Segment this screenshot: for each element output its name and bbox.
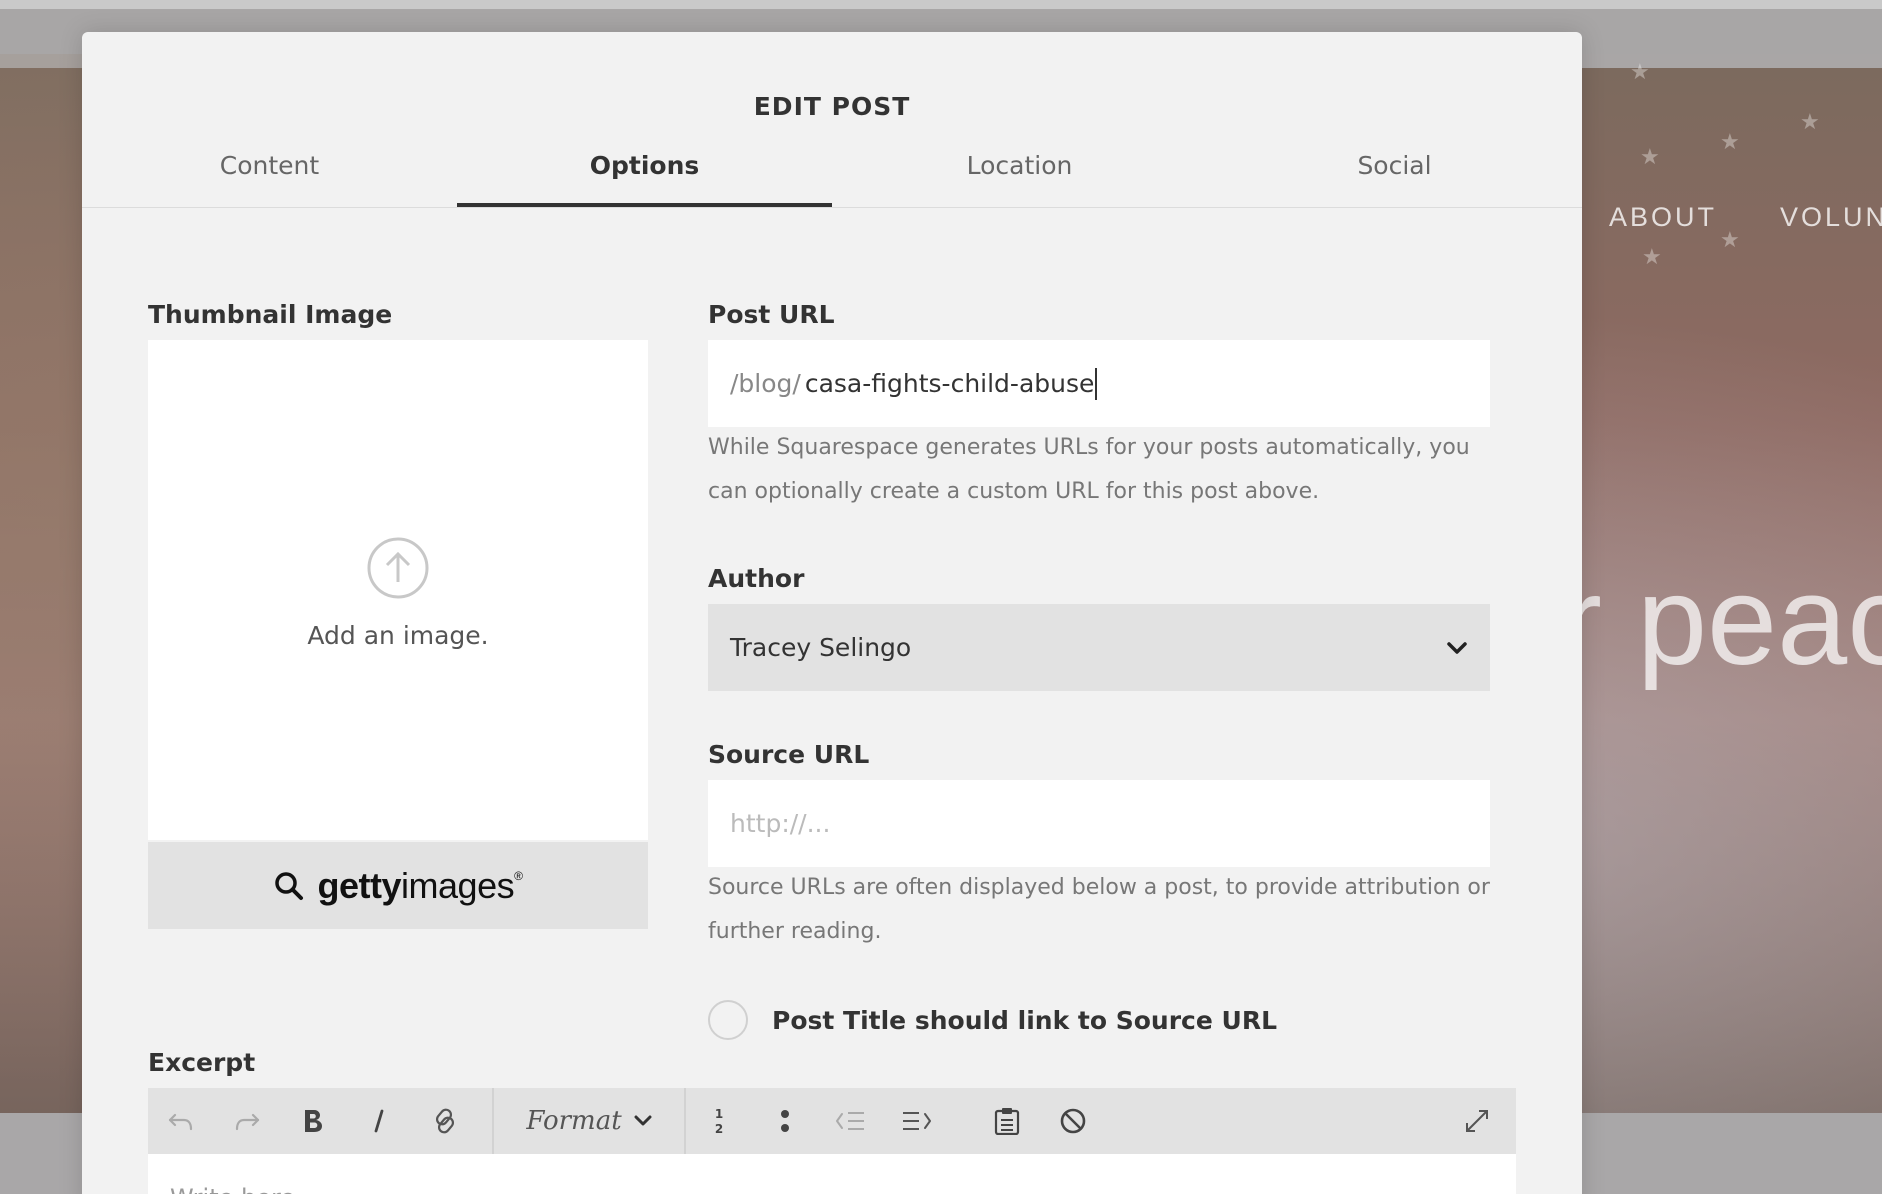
- background-nav-volunteer: VOLUN: [1780, 202, 1882, 232]
- background-hero-text: r peac: [1560, 550, 1882, 691]
- source-url-input[interactable]: http://...: [708, 780, 1490, 867]
- search-icon: [274, 871, 303, 900]
- title-link-label: Post Title should link to Source URL: [772, 1005, 1278, 1035]
- excerpt-editor[interactable]: Write here...: [148, 1154, 1516, 1194]
- source-url-placeholder: http://...: [730, 809, 831, 838]
- clear-format-button[interactable]: [1040, 1088, 1106, 1154]
- link-icon: [435, 1108, 455, 1134]
- post-url-input[interactable]: /blog/ casa-fights-child-abuse: [708, 340, 1490, 427]
- undo-button[interactable]: [148, 1088, 214, 1154]
- tab-location[interactable]: Location: [832, 140, 1207, 207]
- star-decoration-icon: ★: [1630, 60, 1650, 85]
- title-link-radio[interactable]: [708, 1000, 748, 1040]
- getty-images-logo: gettyimages®: [317, 864, 523, 906]
- star-decoration-icon: ★: [1640, 145, 1660, 170]
- clipboard-icon: [994, 1108, 1020, 1135]
- paste-button[interactable]: [974, 1088, 1040, 1154]
- bullet-list-button[interactable]: [752, 1088, 818, 1154]
- getty-images-button[interactable]: gettyimages®: [148, 842, 648, 929]
- thumbnail-label: Thumbnail Image: [148, 300, 393, 329]
- source-url-help: Source URLs are often displayed below a …: [708, 875, 1490, 944]
- editor-toolbar: Format 1 2: [148, 1088, 1516, 1154]
- svg-text:1: 1: [715, 1107, 723, 1121]
- chevron-down-icon: [634, 1115, 652, 1126]
- expand-button[interactable]: [1444, 1088, 1510, 1154]
- indent-button[interactable]: [884, 1088, 950, 1154]
- tab-options[interactable]: Options: [457, 140, 832, 207]
- outdent-button[interactable]: [818, 1088, 884, 1154]
- format-dropdown[interactable]: Format: [494, 1088, 684, 1154]
- svg-text:2: 2: [715, 1122, 723, 1136]
- ordered-list-button[interactable]: 1 2: [686, 1088, 752, 1154]
- post-url-prefix: /blog/: [730, 369, 801, 398]
- title-link-option[interactable]: Post Title should link to Source URL: [708, 1000, 1277, 1040]
- post-url-help: While Squarespace generates URLs for you…: [708, 435, 1470, 504]
- thumbnail-dropzone[interactable]: Add an image.: [148, 340, 648, 840]
- link-button[interactable]: [412, 1088, 478, 1154]
- tab-content[interactable]: Content: [82, 140, 457, 207]
- ordered-list-icon: 1 2: [715, 1107, 723, 1136]
- italic-button[interactable]: [346, 1088, 412, 1154]
- excerpt-label: Excerpt: [148, 1048, 256, 1077]
- source-url-label: Source URL: [708, 740, 870, 769]
- post-url-value: casa-fights-child-abuse: [804, 369, 1095, 398]
- modal-title: EDIT POST: [753, 92, 911, 121]
- redo-icon: [235, 1113, 260, 1131]
- clear-format-icon: [1060, 1108, 1086, 1134]
- undo-icon: [168, 1113, 193, 1131]
- tab-bar: Content Options Location Social: [82, 140, 1582, 208]
- author-label: Author: [708, 564, 805, 593]
- bullet-list-icon: [781, 1110, 789, 1132]
- italic-icon: [374, 1109, 384, 1133]
- format-label: Format: [526, 1106, 622, 1136]
- bold-button[interactable]: [280, 1088, 346, 1154]
- tab-social[interactable]: Social: [1207, 140, 1582, 207]
- author-selected-value: Tracey Selingo: [730, 633, 912, 662]
- star-decoration-icon: ★: [1720, 228, 1740, 253]
- star-decoration-icon: ★: [1720, 130, 1740, 155]
- add-image-text: Add an image.: [307, 621, 489, 650]
- redo-button[interactable]: [214, 1088, 280, 1154]
- author-select[interactable]: Tracey Selingo: [708, 604, 1490, 691]
- excerpt-placeholder: Write here...: [170, 1184, 318, 1194]
- browser-top-bar: [0, 0, 1882, 9]
- indent-icon: [903, 1112, 931, 1130]
- star-decoration-icon: ★: [1642, 245, 1662, 270]
- chevron-down-icon: [1447, 641, 1467, 654]
- star-decoration-icon: ★: [1800, 110, 1820, 135]
- background-nav-about: ABOUT: [1609, 202, 1718, 232]
- post-url-label: Post URL: [708, 300, 835, 329]
- upload-arrow-icon: [367, 537, 429, 599]
- outdent-icon: [836, 1112, 864, 1130]
- bold-icon: [305, 1110, 322, 1132]
- text-cursor: [1095, 367, 1098, 400]
- edit-post-modal: EDIT POST Content Options Location Socia…: [82, 32, 1582, 1194]
- expand-icon: [1466, 1110, 1488, 1132]
